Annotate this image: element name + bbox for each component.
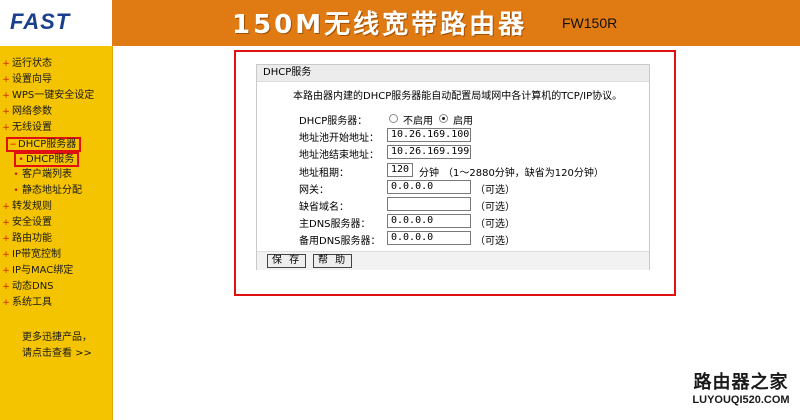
dhcp-disable-radio[interactable] xyxy=(389,114,398,123)
domain-label: 缺省域名： xyxy=(299,202,349,213)
sidebar-item-wizard[interactable]: + 设置向导 xyxy=(0,72,52,88)
dns2-optional: （可选） xyxy=(475,236,515,247)
sidebar-item-dhcp-service[interactable]: • DHCP服务 xyxy=(14,152,80,167)
pool-start-input[interactable]: 10.26.169.100 xyxy=(387,128,471,142)
sidebar-item-ip-mac[interactable]: + IP与MAC绑定 xyxy=(0,263,73,279)
bullet-icon: • xyxy=(18,155,24,165)
expand-icon: + xyxy=(2,59,10,69)
more-line-1: 更多迅捷产品， xyxy=(22,332,92,343)
bullet-icon: • xyxy=(13,170,19,180)
save-button[interactable]: 保 存 xyxy=(267,254,307,268)
watermark-line-1: 路由器之家 xyxy=(693,372,789,393)
help-button[interactable]: 帮 助 xyxy=(313,254,353,268)
panel-title: DHCP服务 xyxy=(257,65,649,82)
dns2-input[interactable]: 0.0.0.0 xyxy=(387,231,471,245)
lease-hint: （1～2880分钟，缺省为120分钟） xyxy=(443,168,604,179)
expand-icon: + xyxy=(2,218,10,228)
pool-end-input[interactable]: 10.26.169.199 xyxy=(387,145,471,159)
model-name: FW150R xyxy=(562,15,618,31)
gateway-label: 网关： xyxy=(299,185,329,196)
dns1-optional: （可选） xyxy=(475,219,515,230)
sidebar-item-wireless[interactable]: + 无线设置 xyxy=(0,120,52,136)
sidebar-item-client-list[interactable]: • 客户端列表 xyxy=(10,167,72,183)
expand-icon: + xyxy=(2,250,10,260)
dhcp-enable-label: 启用 xyxy=(453,116,473,127)
expand-icon: + xyxy=(2,123,10,133)
dns1-input[interactable]: 0.0.0.0 xyxy=(387,214,471,228)
sidebar-item-bandwidth[interactable]: + IP带宽控制 xyxy=(0,247,61,263)
lease-label: 地址租期： xyxy=(299,168,349,179)
dhcp-enable-radio[interactable] xyxy=(439,114,448,123)
watermark-line-2: LUYOUQI520.COM xyxy=(692,394,790,406)
sidebar-item-routing[interactable]: + 路由功能 xyxy=(0,231,52,247)
gateway-optional: （可选） xyxy=(475,185,515,196)
lease-unit: 分钟 xyxy=(419,168,439,179)
dns1-label: 主DNS服务器： xyxy=(299,219,371,230)
sidebar-item-network[interactable]: + 网络参数 xyxy=(0,104,52,120)
pool-start-label: 地址池开始地址： xyxy=(299,133,379,144)
logo-text: FAST xyxy=(10,9,71,34)
expand-icon: + xyxy=(2,266,10,276)
expand-icon: + xyxy=(2,234,10,244)
domain-input[interactable] xyxy=(387,197,471,211)
gateway-input[interactable]: 0.0.0.0 xyxy=(387,180,471,194)
sidebar-item-wps[interactable]: + WPS一键安全设定 xyxy=(0,88,94,104)
bullet-icon: • xyxy=(13,186,19,196)
collapse-icon: − xyxy=(9,140,17,150)
dhcp-panel: DHCP服务 本路由器内建的DHCP服务器能自动配置局域网中各计算机的TCP/I… xyxy=(256,64,650,270)
expand-icon: + xyxy=(2,298,10,308)
domain-optional: （可选） xyxy=(475,202,515,213)
sidebar: + 运行状态 + 设置向导 + WPS一键安全设定 + 网络参数 + 无线设置 −DHCP… xyxy=(0,46,113,420)
dhcp-disable-label: 不启用 xyxy=(403,116,433,127)
pool-end-label: 地址池结束地址： xyxy=(299,150,379,161)
dhcp-server-label: DHCP服务器： xyxy=(299,116,368,127)
more-products-link[interactable]: 更多迅捷产品， 请点击查看 >> xyxy=(22,330,92,362)
more-line-2: 请点击查看 >> xyxy=(22,348,92,359)
site-watermark: 路由器之家 LUYOUQI520.COM xyxy=(682,368,800,420)
sidebar-item-system-tools[interactable]: + 系统工具 xyxy=(0,295,52,311)
expand-icon: + xyxy=(2,107,10,117)
header: FAST 150M无线宽带路由器 FW150R xyxy=(0,0,800,46)
sidebar-item-static-address[interactable]: • 静态地址分配 xyxy=(10,183,82,199)
sidebar-item-forwarding[interactable]: + 转发规则 xyxy=(0,199,52,215)
sidebar-item-ddns[interactable]: + 动态DNS xyxy=(0,279,53,295)
expand-icon: + xyxy=(2,202,10,212)
button-bar: 保 存 帮 助 xyxy=(257,251,649,270)
sidebar-item-security[interactable]: + 安全设置 xyxy=(0,215,52,231)
expand-icon: + xyxy=(2,91,10,101)
expand-icon: + xyxy=(2,282,10,292)
lease-input[interactable]: 120 xyxy=(387,163,413,177)
sidebar-item-dhcp[interactable]: −DHCP服务器 xyxy=(6,137,82,152)
sidebar-item-status[interactable]: + 运行状态 xyxy=(0,56,52,72)
panel-description: 本路由器内建的DHCP服务器能自动配置局域网中各计算机的TCP/IP协议。 xyxy=(293,91,623,102)
dns2-label: 备用DNS服务器： xyxy=(299,236,381,247)
product-title: 150M无线宽带路由器 xyxy=(232,10,528,40)
brand-logo: FAST xyxy=(0,0,112,46)
expand-icon: + xyxy=(2,75,10,85)
